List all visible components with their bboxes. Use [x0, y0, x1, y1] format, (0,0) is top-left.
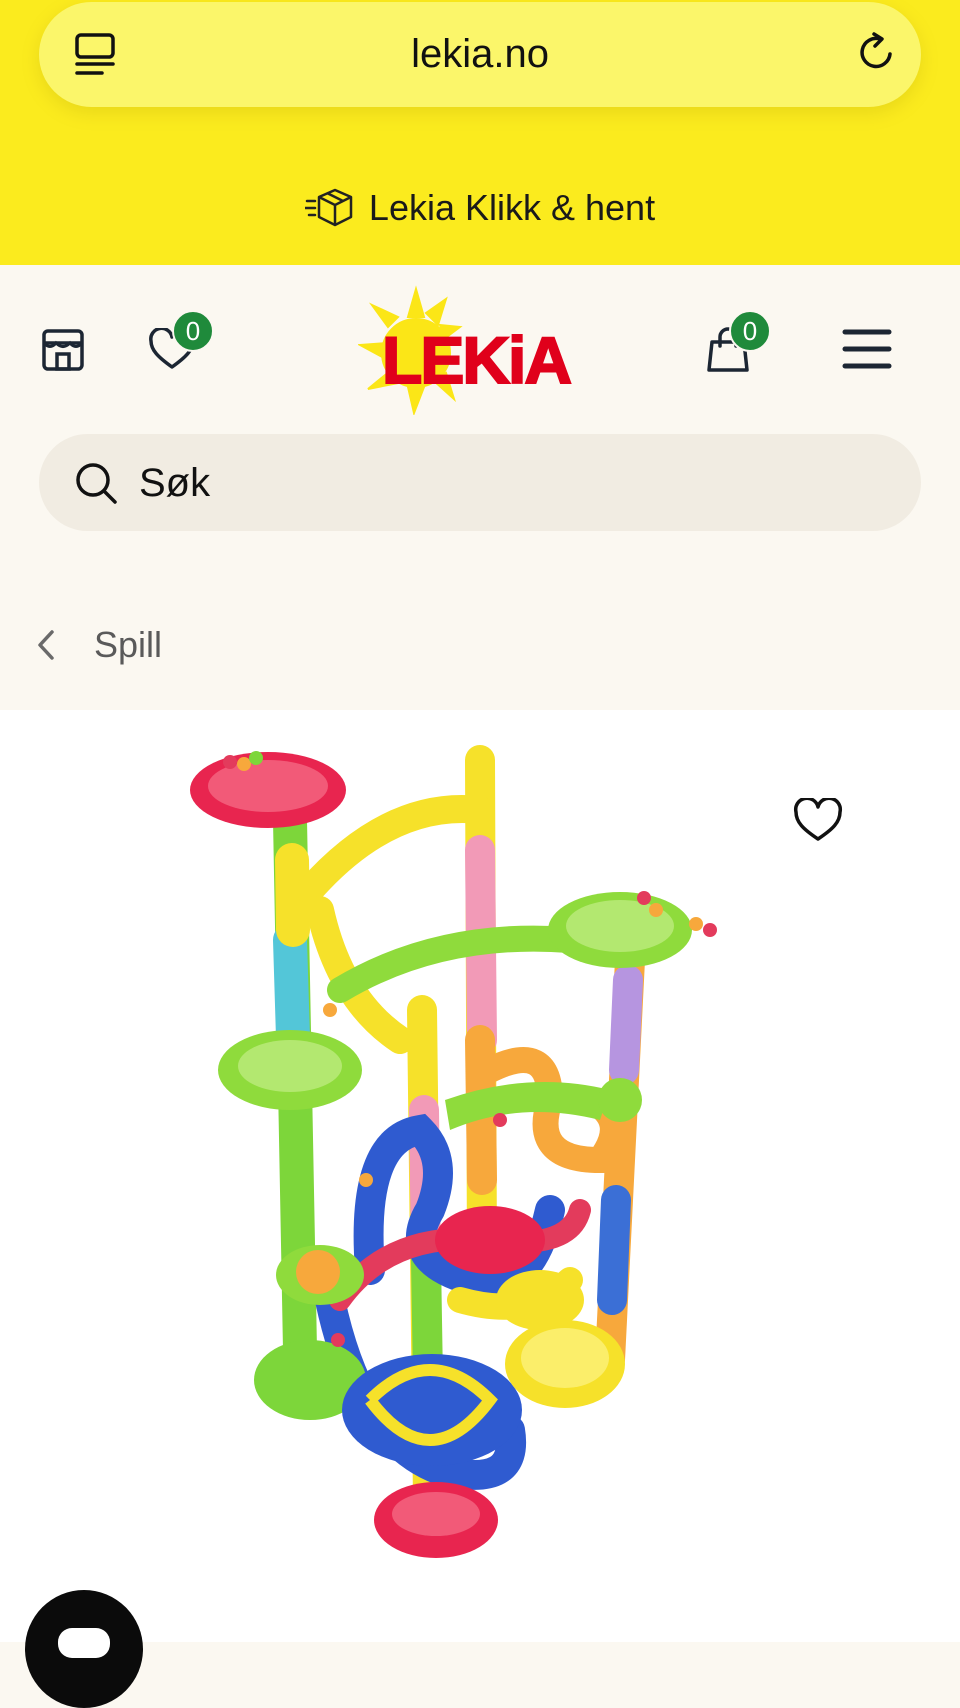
marble-run-toy-image[interactable]: [190, 740, 770, 1600]
logo-text: LEKiA: [382, 323, 570, 397]
address-bar[interactable]: lekia.no: [39, 2, 921, 107]
url-text: lekia.no: [411, 32, 549, 76]
parcel-box-icon: [304, 188, 353, 227]
chat-bubble-icon: [58, 1628, 110, 1658]
store-icon[interactable]: [41, 328, 85, 372]
search-icon: [76, 463, 117, 504]
click-and-collect-banner[interactable]: Lekia Klikk & hent: [0, 178, 960, 238]
tabs-icon[interactable]: [74, 32, 116, 76]
search-placeholder[interactable]: Søk: [139, 461, 210, 505]
wishlist-count-badge: 0: [172, 310, 214, 352]
breadcrumb-link[interactable]: Spill: [94, 624, 162, 666]
heart-icon[interactable]: [793, 798, 843, 843]
chevron-left-icon[interactable]: [34, 628, 58, 662]
cart-count-badge: 0: [729, 310, 771, 352]
promo-text: Lekia Klikk & hent: [368, 187, 656, 228]
reload-icon[interactable]: [854, 30, 898, 74]
lekia-logo[interactable]: LEKiA: [358, 283, 598, 415]
hamburger-menu-icon[interactable]: [842, 327, 892, 371]
